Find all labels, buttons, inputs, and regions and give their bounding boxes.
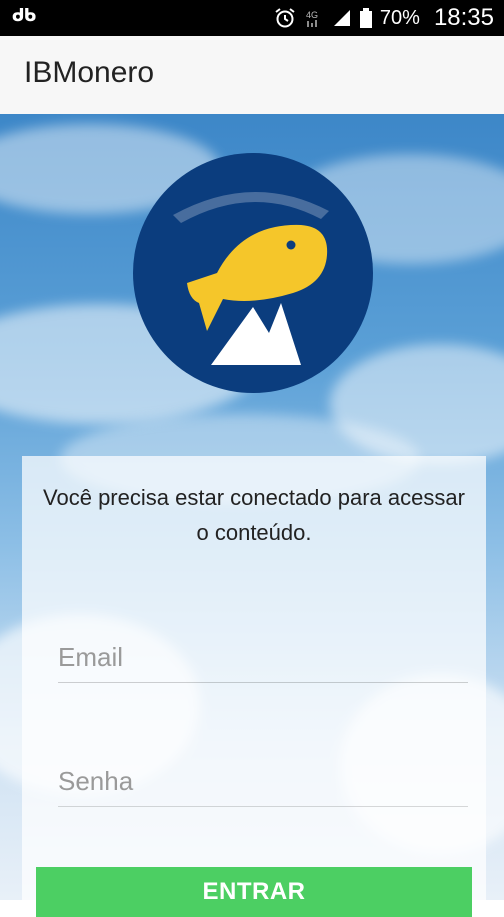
fish-logo-icon xyxy=(133,153,373,393)
app-bar: IBMonero xyxy=(0,36,504,114)
battery-icon xyxy=(359,8,372,28)
db-notification-icon: ᑯᑲ xyxy=(12,6,36,26)
alarm-icon xyxy=(274,7,296,29)
app-title: IBMonero xyxy=(24,56,155,89)
signal-icon xyxy=(332,8,352,28)
login-card: Você precisa estar conectado para acessa… xyxy=(22,456,486,917)
network-type-icon: 4G xyxy=(304,7,324,29)
password-field[interactable] xyxy=(58,756,468,807)
battery-percentage: 70% xyxy=(379,6,420,29)
network-label: 4G xyxy=(306,10,318,20)
status-time: 18:35 xyxy=(433,4,494,31)
login-message: Você precisa estar conectado para acessa… xyxy=(43,485,465,545)
status-bar: ᑯᑲ 4G 70% 18:35 xyxy=(0,0,504,36)
email-field[interactable] xyxy=(58,632,468,683)
status-icons: 4G 70% 18:35 xyxy=(274,0,494,36)
submit-button[interactable]: ENTRAR xyxy=(36,867,472,917)
